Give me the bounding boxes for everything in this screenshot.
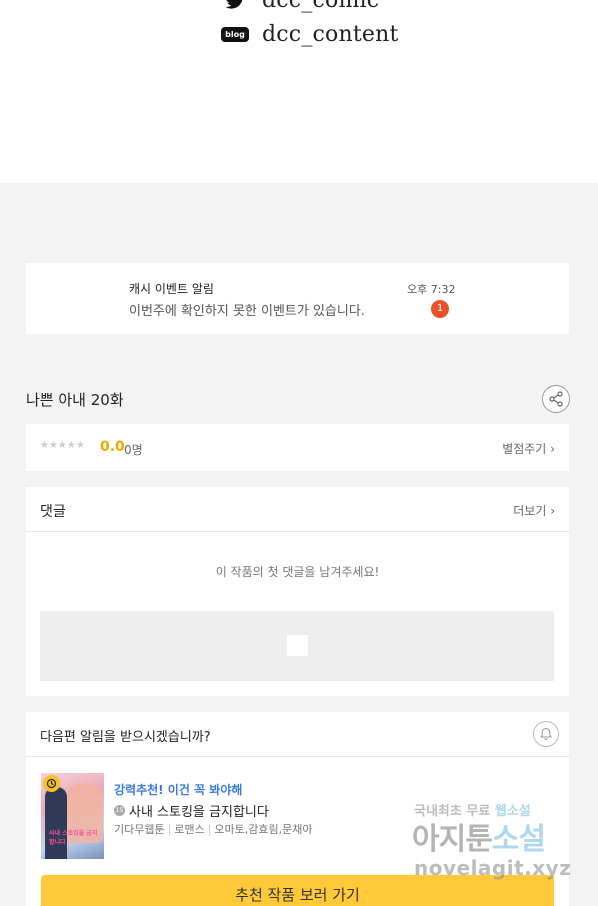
twitter-handle: dcc_comic [262,0,380,13]
twitter-icon [222,0,248,11]
meta-genre: 로맨스 [174,823,205,836]
rating-count: 0명 [124,443,143,457]
notification-time: 오후 7:32 [407,283,456,296]
watermark-line3: novelagit.xyz [414,856,572,880]
notification-bell-button[interactable] [533,721,559,747]
episode-title: 나쁜 아내 20화 [26,391,124,409]
cover-title-text: 사내 스토킹을 금지합니다 [49,830,98,846]
share-icon [549,391,563,407]
age-rating-badge: 15 [114,805,125,816]
comments-empty-message: 이 작품의 첫 댓글을 남겨주세요! [215,565,380,579]
meta-authors: 오마토,감효림,문채아 [214,823,313,836]
meta-category: 기다무웹툰 [114,823,165,836]
comments-more-button[interactable]: 더보기 › [513,502,555,519]
comments-header: 댓글 더보기 › [26,487,569,532]
recommendation-title-row[interactable]: 15 사내 스토킹을 금지합니다 [114,801,269,820]
site-watermark: 국내최초 무료 웹소설 아지툰소설 novelagit.xyz [412,800,582,890]
next-alert-header: 다음편 알림을 받으시겠습니까? [26,712,569,757]
comments-section: 댓글 더보기 › 이 작품의 첫 댓글을 남겨주세요! [26,487,569,696]
watermark-line2: 아지툰소설 [412,822,546,857]
chevron-right-icon: › [550,442,555,456]
recommendation-title: 사내 스토킹을 금지합니다 [129,805,269,820]
notification-message: 이번주에 확인하지 못한 이벤트가 있습니다. [129,304,365,319]
twitter-link[interactable]: dcc_comic [222,0,379,13]
blog-handle: dcc_content [262,22,399,47]
blog-icon: blog [221,25,249,45]
bell-icon [540,727,552,740]
top-social-section: dcc_comic blog dcc_content [0,0,598,183]
recommendation-meta: 기다무웹툰 | 로맨스 | 오마토,감효림,문채아 [114,823,313,836]
cash-event-notification[interactable]: 캐시 이벤트 알림 이번주에 확인하지 못한 이벤트가 있습니다. 오후 7:3… [26,263,569,334]
notification-title: 캐시 이벤트 알림 [129,282,214,296]
wait-free-clock-icon [43,775,60,792]
rating-score: 0.0 [100,439,125,455]
rating-bar: ★★★★★ 0.0 0명 별점주기 › [26,424,569,471]
cover-art-figure [45,787,67,859]
chevron-right-icon: › [550,504,555,518]
blog-link[interactable]: blog dcc_content [221,22,399,47]
comments-more-label: 더보기 [513,504,547,518]
image-placeholder-icon [287,635,308,656]
recommendation-tag: 강력추천! 이건 꼭 봐야해 [114,783,243,797]
notification-count-badge: 1 [431,300,449,318]
rate-button-label: 별점주기 [502,442,547,456]
rate-button[interactable]: 별점주기 › [502,440,555,457]
comments-label: 댓글 [40,504,66,520]
blog-badge-label: blog [221,27,249,42]
share-button[interactable] [542,385,570,413]
recommended-cover-image[interactable]: 사내 스토킹을 금지합니다 [41,773,104,859]
rating-stars: ★★★★★ [40,440,85,451]
next-alert-question: 다음편 알림을 받으시겠습니까? [40,730,211,745]
comment-input-box[interactable] [40,611,554,681]
